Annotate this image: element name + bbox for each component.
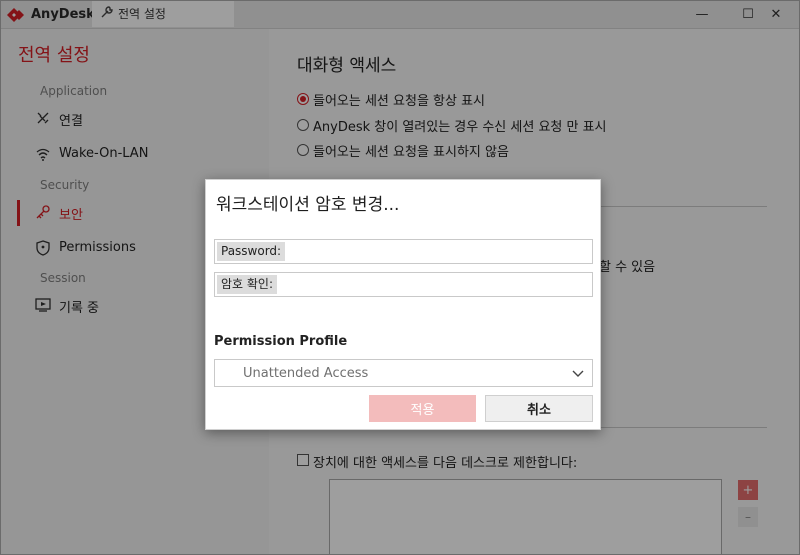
chevron-down-icon	[572, 370, 584, 377]
confirm-password-input[interactable]	[285, 275, 585, 294]
password-field[interactable]: Password:	[214, 239, 593, 264]
confirm-password-field[interactable]: 암호 확인:	[214, 272, 593, 297]
permission-profile-select[interactable]: Unattended Access	[214, 359, 593, 387]
permission-profile-label: Permission Profile	[214, 334, 348, 349]
permission-profile-value: Unattended Access	[243, 366, 369, 381]
change-password-dialog: 워크스테이션 암호 변경... Password: 암호 확인: Permiss…	[205, 179, 601, 430]
cancel-button[interactable]: 취소	[485, 395, 593, 422]
password-input[interactable]	[285, 242, 585, 261]
password-label: Password:	[217, 242, 286, 261]
apply-button[interactable]: 적용	[369, 395, 476, 422]
dialog-title: 워크스테이션 암호 변경...	[216, 195, 400, 215]
app-window: AnyDesk 전역 설정 — ☐ ✕ 전역 설정 Application 연결…	[0, 0, 800, 555]
confirm-password-label: 암호 확인:	[217, 275, 278, 294]
